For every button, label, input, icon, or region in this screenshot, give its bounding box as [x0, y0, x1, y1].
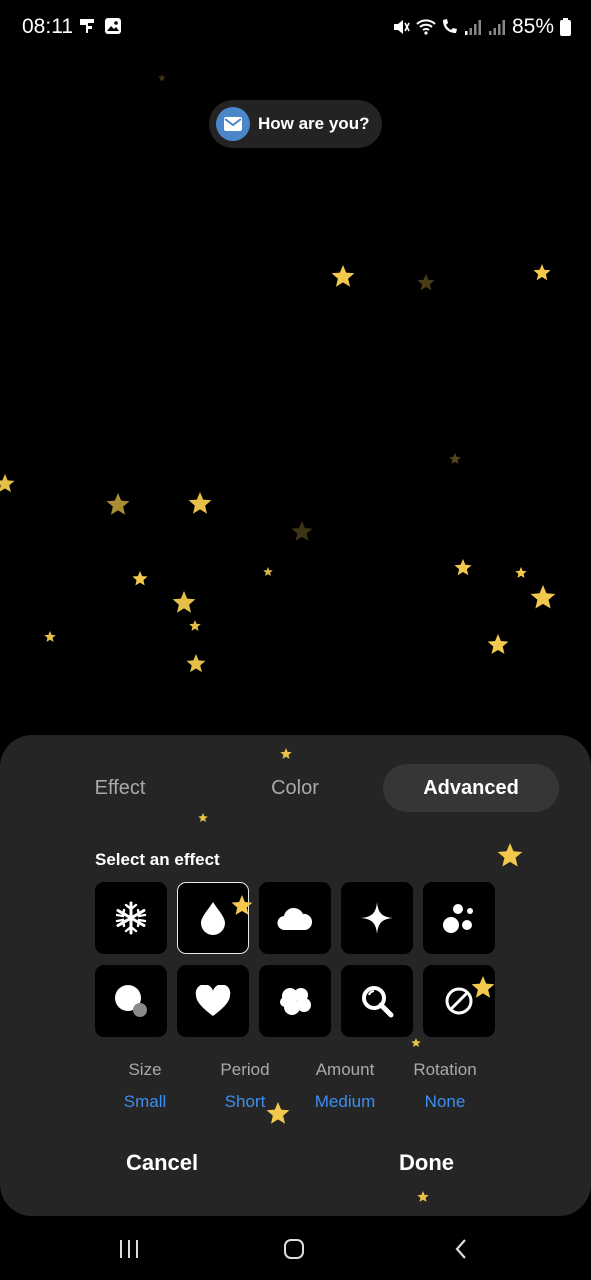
- option-size-label: Size: [128, 1060, 162, 1079]
- star-particle: [487, 634, 509, 654]
- effect-blob-button[interactable]: [259, 965, 331, 1037]
- heart-icon: [195, 985, 231, 1016]
- status-time: 08:11: [22, 15, 73, 38]
- effect-panel: Effect Color Advanced Select an effect S…: [0, 735, 591, 1216]
- effect-circle-button[interactable]: [95, 965, 167, 1037]
- option-size[interactable]: Size Small: [95, 1060, 195, 1112]
- star-particle: [263, 567, 273, 577]
- option-amount-label: Amount: [315, 1060, 375, 1079]
- star-particle: [189, 620, 201, 631]
- option-period[interactable]: Period Short: [195, 1060, 295, 1112]
- signal-icon-2: [488, 18, 506, 36]
- option-rotation-label: Rotation: [413, 1060, 477, 1079]
- cancel-button[interactable]: Cancel: [126, 1150, 198, 1176]
- star-particle: [0, 474, 15, 493]
- sparkle-icon: [361, 902, 393, 934]
- cloud-icon: [277, 907, 313, 931]
- water-drop-icon: [201, 902, 225, 935]
- effect-magnifier-button[interactable]: [341, 965, 413, 1037]
- star-particle: [172, 591, 196, 613]
- option-size-value: Small: [123, 1092, 167, 1111]
- star-particle: [132, 571, 148, 586]
- star-particle: [515, 567, 527, 578]
- star-particle: [186, 654, 206, 673]
- effect-cloud-button[interactable]: [259, 882, 331, 954]
- option-amount[interactable]: Amount Medium: [295, 1060, 395, 1112]
- wifi-icon: [416, 18, 436, 36]
- effect-sparkle-button[interactable]: [341, 882, 413, 954]
- effect-bubbles-button[interactable]: [423, 882, 495, 954]
- effect-drop-button[interactable]: [177, 882, 249, 954]
- option-period-value: Short: [224, 1092, 266, 1111]
- signal-tower-icon: [78, 17, 96, 35]
- back-icon[interactable]: [446, 1236, 476, 1262]
- option-rotation[interactable]: Rotation None: [395, 1060, 495, 1112]
- wifi-call-icon: [440, 18, 458, 36]
- option-amount-value: Medium: [314, 1092, 376, 1111]
- star-particle: [44, 631, 56, 642]
- mail-icon: [216, 107, 250, 141]
- recents-icon[interactable]: [114, 1236, 144, 1262]
- image-icon: [104, 17, 122, 35]
- circle-dot-icon: [115, 985, 147, 1017]
- effect-heart-button[interactable]: [177, 965, 249, 1037]
- blob-icon: [280, 988, 311, 1015]
- message-text: How are you?: [258, 114, 370, 133]
- mute-icon: [392, 18, 410, 36]
- none-icon: [445, 987, 473, 1015]
- done-button[interactable]: Done: [399, 1150, 454, 1176]
- battery-percent: 85%: [511, 15, 554, 38]
- star-particle: [158, 74, 166, 82]
- star-particle: [188, 492, 212, 514]
- star-particle: [106, 493, 130, 515]
- tab-advanced[interactable]: Advanced: [383, 764, 559, 812]
- option-rotation-value: None: [424, 1092, 466, 1111]
- magnifier-icon: [362, 986, 394, 1018]
- signal-icon: [464, 18, 482, 36]
- option-period-label: Period: [220, 1060, 270, 1079]
- home-icon[interactable]: [279, 1236, 309, 1262]
- star-particle: [331, 265, 355, 287]
- bubbles-icon: [443, 904, 473, 933]
- effect-none-button[interactable]: [423, 965, 495, 1037]
- tab-bar: Effect Color Advanced: [32, 764, 559, 812]
- star-particle: [454, 559, 472, 576]
- star-particle: [449, 453, 461, 464]
- status-bar: 08:11 85%: [0, 0, 591, 56]
- message-bubble[interactable]: How are you?: [209, 100, 382, 148]
- effect-options: Size Small Period Short Amount Medium Ro…: [95, 1060, 495, 1120]
- star-particle: [417, 274, 435, 291]
- navigation-bar: [0, 1216, 591, 1280]
- snowflake-icon: [115, 901, 147, 935]
- action-bar: Cancel Done: [0, 1150, 591, 1190]
- effect-snowflake-button[interactable]: [95, 882, 167, 954]
- battery-icon: [560, 18, 571, 36]
- star-particle: [533, 264, 551, 281]
- tab-color[interactable]: Color: [207, 764, 383, 812]
- tab-effect[interactable]: Effect: [32, 764, 208, 812]
- section-label: Select an effect: [95, 850, 220, 869]
- star-particle: [530, 585, 556, 609]
- star-particle: [291, 521, 313, 541]
